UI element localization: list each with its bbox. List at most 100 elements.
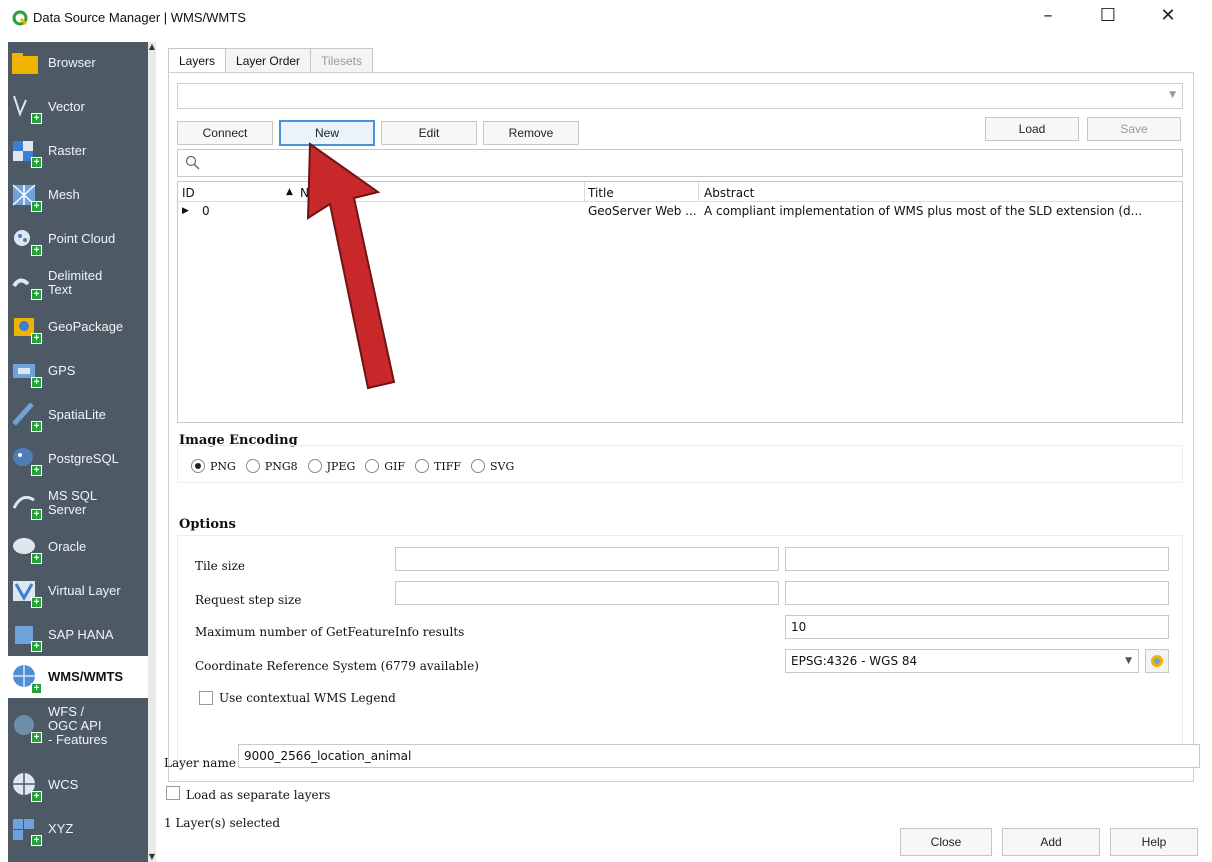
layer-abstract-cell: A compliant implementation of WMS plus m… bbox=[704, 204, 1143, 218]
radio-circle[interactable] bbox=[245, 459, 260, 473]
crs-label: Coordinate Reference System (6779 availa… bbox=[195, 659, 479, 673]
sidebar-item-mesh[interactable]: + Mesh bbox=[8, 174, 148, 216]
load-separate-checkbox[interactable] bbox=[166, 786, 180, 800]
sidebar-item-sap-hana[interactable]: + SAP HANA bbox=[8, 614, 148, 656]
sidebar-item-label: Browser bbox=[48, 55, 96, 70]
radio-circle[interactable] bbox=[471, 459, 485, 473]
sidebar-item-mssql-server[interactable]: + MS SQL Server bbox=[8, 482, 148, 524]
connection-select[interactable]: ▼ bbox=[177, 83, 1183, 109]
expand-arrow-icon[interactable]: ▶ bbox=[182, 206, 189, 216]
sap-hana-icon: + bbox=[10, 620, 42, 652]
radio-circle[interactable] bbox=[191, 459, 205, 473]
column-header-abstract[interactable]: Abstract bbox=[704, 186, 754, 200]
sidebar-item-wms-wmts[interactable]: + WMS/WMTS bbox=[8, 656, 148, 698]
data-source-sidebar: Browser + Vector + Raster + Mesh + Point… bbox=[8, 42, 156, 862]
sidebar-item-xyz[interactable]: + XYZ bbox=[8, 808, 148, 850]
request-step-width-input[interactable] bbox=[395, 581, 779, 605]
title-bar: Data Source Manager | WMS/WMTS – ☐ ✕ bbox=[0, 0, 1212, 36]
virtual-layer-icon: + bbox=[10, 576, 42, 608]
sidebar-item-geopackage[interactable]: + GeoPackage bbox=[8, 306, 148, 348]
layer-title-cell: GeoServer Web ... bbox=[588, 204, 697, 218]
sidebar-item-postgresql[interactable]: + PostgreSQL bbox=[8, 438, 148, 480]
sidebar-item-delimited-text[interactable]: + Delimited Text bbox=[8, 262, 148, 304]
radio-circle[interactable] bbox=[307, 459, 322, 473]
xyz-icon: + bbox=[10, 814, 42, 846]
sidebar-item-label: WFS / OGC API - Features bbox=[48, 704, 108, 747]
tab-tilesets[interactable]: Tilesets bbox=[310, 48, 373, 72]
sidebar-item-browser[interactable]: Browser bbox=[8, 42, 148, 84]
annotation-arrow-icon bbox=[306, 142, 396, 390]
sidebar-item-label: Oracle bbox=[48, 539, 87, 554]
sidebar-item-oracle[interactable]: + Oracle bbox=[8, 526, 148, 568]
tile-size-width-input[interactable] bbox=[395, 547, 779, 571]
sidebar-item-label: PostgreSQL bbox=[48, 451, 119, 466]
image-encoding-options: PNG PNG8 JPEG GIF TIFF SVG bbox=[191, 459, 524, 473]
scroll-down-icon[interactable]: ▼ bbox=[148, 852, 156, 862]
crs-select-value: EPSG:4326 - WGS 84 bbox=[791, 654, 918, 668]
qgis-logo-icon bbox=[12, 10, 28, 26]
help-button[interactable]: Help bbox=[1110, 828, 1198, 856]
tile-size-height-input[interactable] bbox=[785, 547, 1169, 571]
sidebar-item-label: GPS bbox=[48, 363, 76, 378]
radio-png[interactable]: PNG bbox=[191, 459, 236, 473]
radio-label: TIFF bbox=[434, 459, 461, 473]
radio-gif[interactable]: GIF bbox=[365, 459, 405, 473]
radio-svg[interactable]: SVG bbox=[471, 459, 514, 473]
sidebar-item-point-cloud[interactable]: + Point Cloud bbox=[8, 218, 148, 260]
sidebar-item-wcs[interactable]: + WCS bbox=[8, 764, 148, 806]
sidebar-scrollbar[interactable]: ▲ ▼ bbox=[148, 42, 156, 862]
layer-name-input[interactable]: 9000_2566_location_animal bbox=[238, 744, 1200, 768]
remove-connection-button[interactable]: Remove bbox=[483, 121, 579, 145]
contextual-legend-checkbox[interactable] bbox=[199, 691, 213, 705]
crs-selector-button[interactable] bbox=[1145, 649, 1169, 673]
sidebar-item-virtual-layer[interactable]: + Virtual Layer bbox=[8, 570, 148, 612]
radio-tiff[interactable]: TIFF bbox=[415, 459, 461, 473]
minimize-button[interactable]: – bbox=[1028, 0, 1068, 30]
radio-label: PNG8 bbox=[264, 459, 298, 473]
browser-folder-icon bbox=[10, 48, 40, 78]
max-featureinfo-input[interactable]: 10 bbox=[785, 615, 1169, 639]
chevron-down-icon: ▼ bbox=[1125, 656, 1132, 666]
column-header-id[interactable]: ID bbox=[182, 186, 195, 200]
column-divider bbox=[698, 182, 699, 202]
radio-png8[interactable]: PNG8 bbox=[245, 459, 298, 473]
column-header-title[interactable]: Title bbox=[588, 186, 614, 200]
radio-label: SVG bbox=[490, 459, 515, 473]
scroll-up-icon[interactable]: ▲ bbox=[148, 42, 156, 52]
column-divider bbox=[584, 182, 585, 202]
delimited-text-icon: + bbox=[10, 268, 42, 300]
vector-layer-icon: + bbox=[10, 92, 42, 124]
tab-layer-order[interactable]: Layer Order bbox=[225, 48, 312, 72]
wms-globe-icon: + bbox=[10, 662, 42, 694]
sidebar-item-spatialite[interactable]: + SpatiaLite bbox=[8, 394, 148, 436]
radio-circle[interactable] bbox=[415, 459, 430, 473]
sidebar-item-wfs-ogc-api[interactable]: + WFS / OGC API - Features bbox=[8, 698, 148, 754]
sidebar-item-vector[interactable]: + Vector bbox=[8, 86, 148, 128]
request-step-height-input[interactable] bbox=[785, 581, 1169, 605]
spatialite-icon: + bbox=[10, 400, 42, 432]
connect-button[interactable]: Connect bbox=[177, 121, 273, 145]
mssql-icon: + bbox=[10, 488, 42, 520]
oracle-icon: + bbox=[10, 532, 42, 564]
add-button[interactable]: Add bbox=[1002, 828, 1100, 856]
radio-label: GIF bbox=[384, 459, 406, 473]
sidebar-item-label: Virtual Layer bbox=[48, 583, 121, 598]
sidebar-item-gps[interactable]: + GPS bbox=[8, 350, 148, 392]
close-button[interactable]: Close bbox=[900, 828, 992, 856]
sidebar-item-raster[interactable]: + Raster bbox=[8, 130, 148, 172]
geopackage-icon: + bbox=[10, 312, 42, 344]
radio-circle[interactable] bbox=[365, 459, 380, 473]
maximize-button[interactable]: ☐ bbox=[1088, 0, 1128, 30]
tab-layers[interactable]: Layers bbox=[168, 48, 227, 73]
point-cloud-icon: + bbox=[10, 224, 42, 256]
close-window-button[interactable]: ✕ bbox=[1148, 0, 1188, 30]
crs-select[interactable]: EPSG:4326 - WGS 84 ▼ bbox=[785, 649, 1139, 673]
radio-label: PNG bbox=[210, 459, 236, 473]
layer-id-cell: 0 bbox=[202, 204, 210, 218]
load-button[interactable]: Load bbox=[985, 117, 1079, 141]
save-button[interactable]: Save bbox=[1087, 117, 1181, 141]
radio-jpeg[interactable]: JPEG bbox=[307, 459, 355, 473]
layer-name-label: Layer name bbox=[164, 756, 236, 770]
sidebar-item-label: MS SQL Server bbox=[48, 488, 97, 517]
tab-bar: Layers Layer Order Tilesets bbox=[168, 48, 373, 73]
